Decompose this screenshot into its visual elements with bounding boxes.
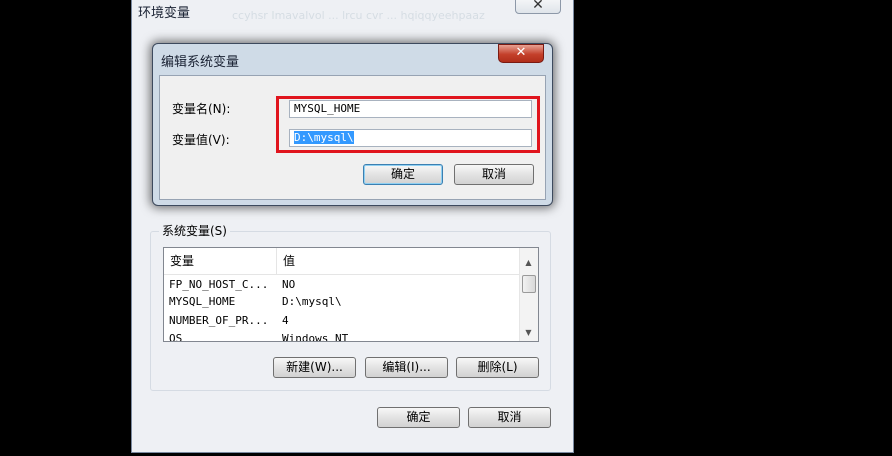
- variable-name-label: 变量名(N):: [172, 102, 231, 116]
- delete-variable-button[interactable]: 删除(L): [456, 357, 539, 378]
- vertical-scrollbar[interactable]: ▲ ▼: [519, 248, 538, 341]
- scroll-up-icon[interactable]: ▲: [520, 256, 537, 270]
- outer-cancel-button[interactable]: 取消: [468, 407, 551, 428]
- close-icon: ✕: [532, 0, 544, 13]
- environment-variables-dialog: 环境变量 ccyhsr Imavalvol ... lrcu cvr ... h…: [131, 0, 574, 453]
- edit-variable-button[interactable]: 编辑(I)...: [365, 357, 448, 378]
- variable-value-cell: NO: [282, 278, 296, 291]
- outer-dialog-title: 环境变量: [138, 6, 191, 21]
- variable-value-label: 变量值(V):: [172, 133, 230, 147]
- list-header: 变量 值: [164, 248, 521, 275]
- new-variable-button[interactable]: 新建(W)...: [273, 357, 356, 378]
- variable-value-cell: Windows_NT: [282, 332, 349, 342]
- edit-ok-button[interactable]: 确定: [363, 164, 443, 185]
- table-row[interactable]: FP_NO_HOST_C... NO: [164, 276, 521, 294]
- variable-value-cell: D:\mysql\: [282, 295, 342, 308]
- variable-name-cell: NUMBER_OF_PR...: [169, 314, 269, 327]
- outer-ok-button[interactable]: 确定: [377, 407, 460, 428]
- system-variables-list[interactable]: 变量 值 FP_NO_HOST_C... NO MYSQL_HOME D:\my…: [163, 247, 539, 342]
- column-header-value[interactable]: 值: [277, 248, 521, 274]
- table-row[interactable]: OS Windows_NT: [164, 330, 521, 342]
- scrollbar-thumb[interactable]: [522, 275, 536, 293]
- system-variables-label: 系统变量(S): [159, 222, 230, 239]
- variable-value-cell: 4: [282, 314, 289, 327]
- variable-name-cell: MYSQL_HOME: [169, 295, 236, 308]
- outer-close-button[interactable]: ✕: [515, 0, 561, 14]
- variable-name-cell: FP_NO_HOST_C...: [169, 278, 269, 291]
- edit-dialog-close-button[interactable]: ✕: [498, 44, 544, 63]
- table-row[interactable]: MYSQL_HOME D:\mysql\: [164, 293, 521, 311]
- table-row[interactable]: NUMBER_OF_PR... 4: [164, 312, 521, 330]
- close-icon: ✕: [515, 45, 527, 60]
- edit-cancel-button[interactable]: 取消: [454, 164, 534, 185]
- variable-name-cell: OS: [169, 332, 183, 342]
- column-header-variable[interactable]: 变量: [164, 248, 276, 274]
- edit-dialog-title: 编辑系统变量: [161, 55, 240, 70]
- highlight-box: [276, 96, 540, 153]
- background-ghost-text: ccyhsr Imavalvol ... lrcu cvr ... hqiqqy…: [232, 9, 485, 22]
- scroll-down-icon[interactable]: ▼: [520, 326, 537, 340]
